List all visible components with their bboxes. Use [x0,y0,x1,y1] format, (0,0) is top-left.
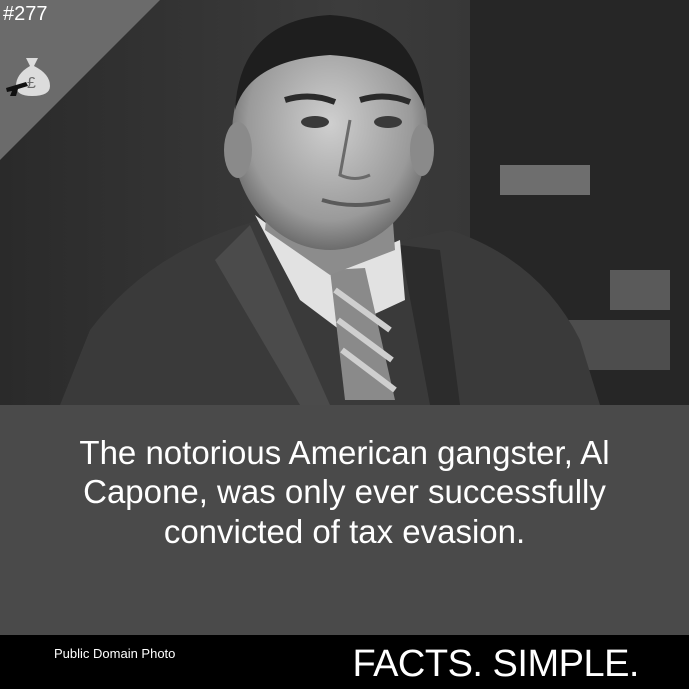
brand-logo: FACTS. SIMPLE. [352,643,639,685]
caption-panel: The notorious American gangster, Al Capo… [0,405,689,635]
fact-caption: The notorious American gangster, Al Capo… [79,434,610,550]
photo-credit: Public Domain Photo [54,646,176,661]
fact-card: #277 £ The notorious American gangster, … [0,0,689,689]
svg-text:£: £ [27,75,36,92]
money-bag-gun-icon: £ [4,52,54,102]
fact-number: #277 [3,3,48,25]
footer-bar: Public Domain Photo FACTS. SIMPLE. [0,635,689,689]
